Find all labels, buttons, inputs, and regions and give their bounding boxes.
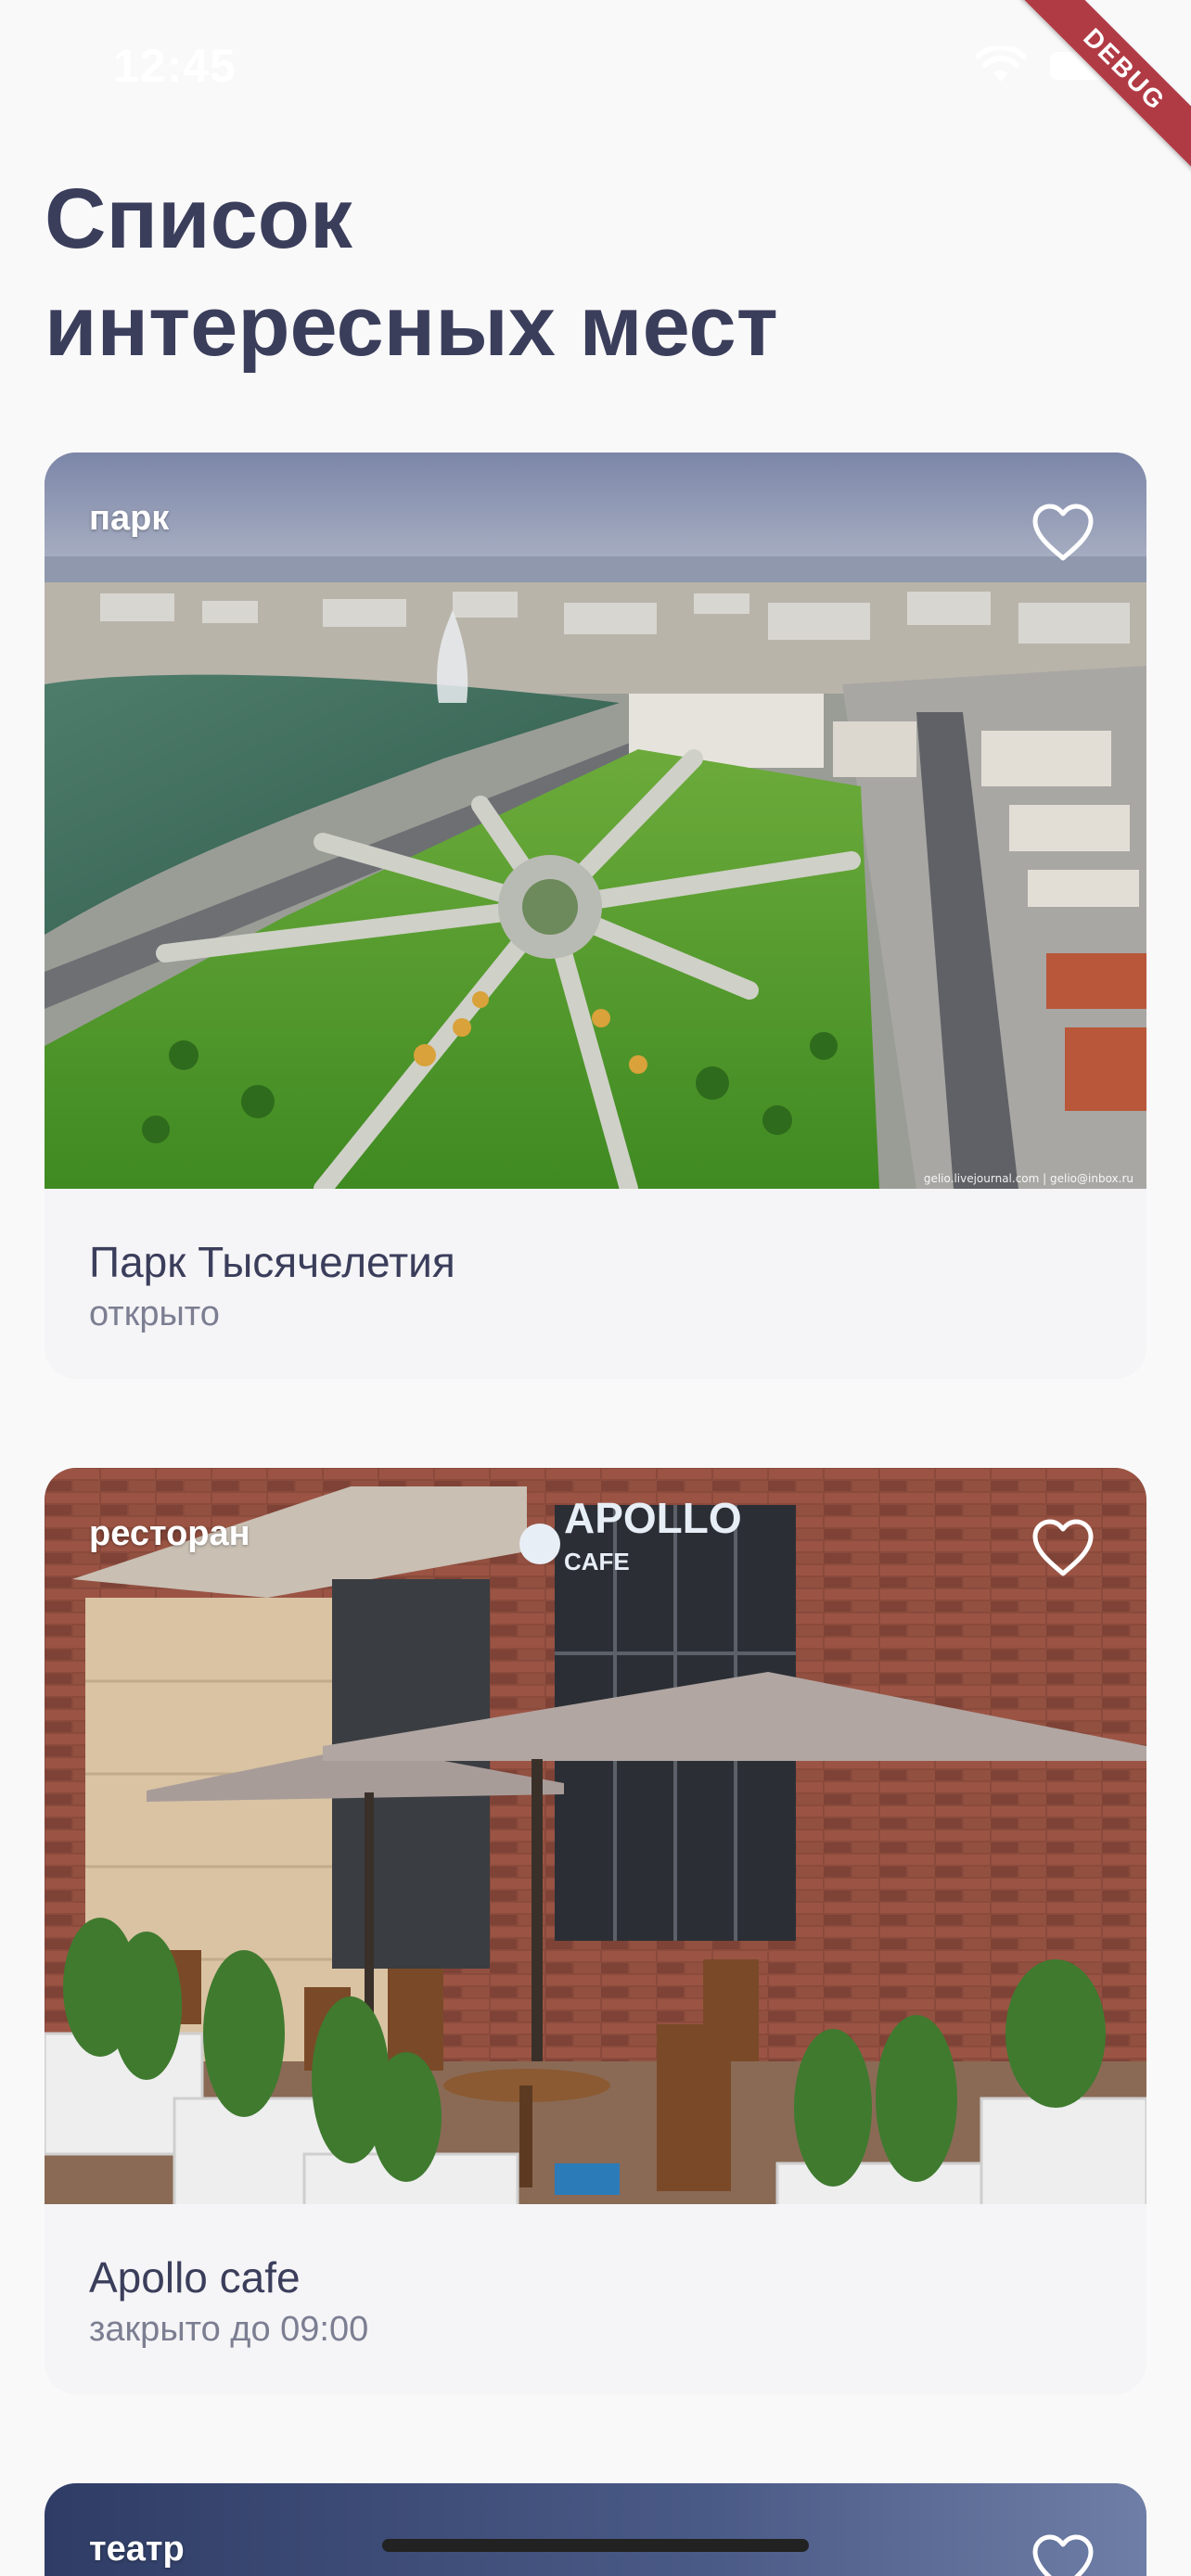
- place-photo-theatre: театр: [45, 2483, 1146, 2576]
- home-indicator[interactable]: [382, 2539, 809, 2552]
- place-card-restaurant[interactable]: APOLLO CAFE ресторан Apollo cafe закрыто…: [45, 1468, 1146, 2394]
- place-card-body: Apollo cafe закрыто до 09:00: [45, 2204, 1146, 2394]
- park-aerial-illustration: [45, 453, 1146, 1189]
- status-bar: 12:45: [0, 0, 1191, 130]
- place-type-label: театр: [89, 2530, 185, 2569]
- place-photo-park: gelio.livejournal.com | gelio@inbox.ru п…: [45, 453, 1146, 1189]
- status-time: 12:45: [113, 40, 237, 92]
- place-type-label: парк: [89, 499, 170, 538]
- place-card-theatre[interactable]: театр: [45, 2483, 1146, 2576]
- theatre-illustration: [45, 2483, 1146, 2576]
- place-name: Парк Тысячелетия: [89, 1238, 455, 1286]
- heart-outline-icon[interactable]: [1030, 1516, 1096, 1579]
- place-card-park[interactable]: gelio.livejournal.com | gelio@inbox.ru п…: [45, 453, 1146, 1379]
- heart-outline-icon[interactable]: [1030, 501, 1096, 564]
- place-status: закрыто до 09:00: [89, 2310, 369, 2349]
- place-card-body: Парк Тысячелетия открыто: [45, 1189, 1146, 1379]
- cafe-terrace-illustration: APOLLO CAFE: [45, 1468, 1146, 2204]
- wifi-icon: [976, 46, 1026, 82]
- cafe-sign-text: APOLLO: [564, 1494, 742, 1542]
- place-photo-restaurant: APOLLO CAFE ресторан: [45, 1468, 1146, 2204]
- cafe-sign-subtext: CAFE: [564, 1548, 630, 1575]
- photo-credit: gelio.livejournal.com | gelio@inbox.ru: [923, 1172, 1133, 1185]
- place-status: открыто: [89, 1294, 220, 1333]
- heart-outline-icon[interactable]: [1030, 2531, 1096, 2576]
- app-screen: 12:45 DEBUG Список интересных мест gelio…: [0, 0, 1191, 2576]
- page-title: Список интересных мест: [45, 172, 778, 374]
- place-name: Apollo cafe: [89, 2253, 301, 2302]
- place-type-label: ресторан: [89, 1514, 250, 1553]
